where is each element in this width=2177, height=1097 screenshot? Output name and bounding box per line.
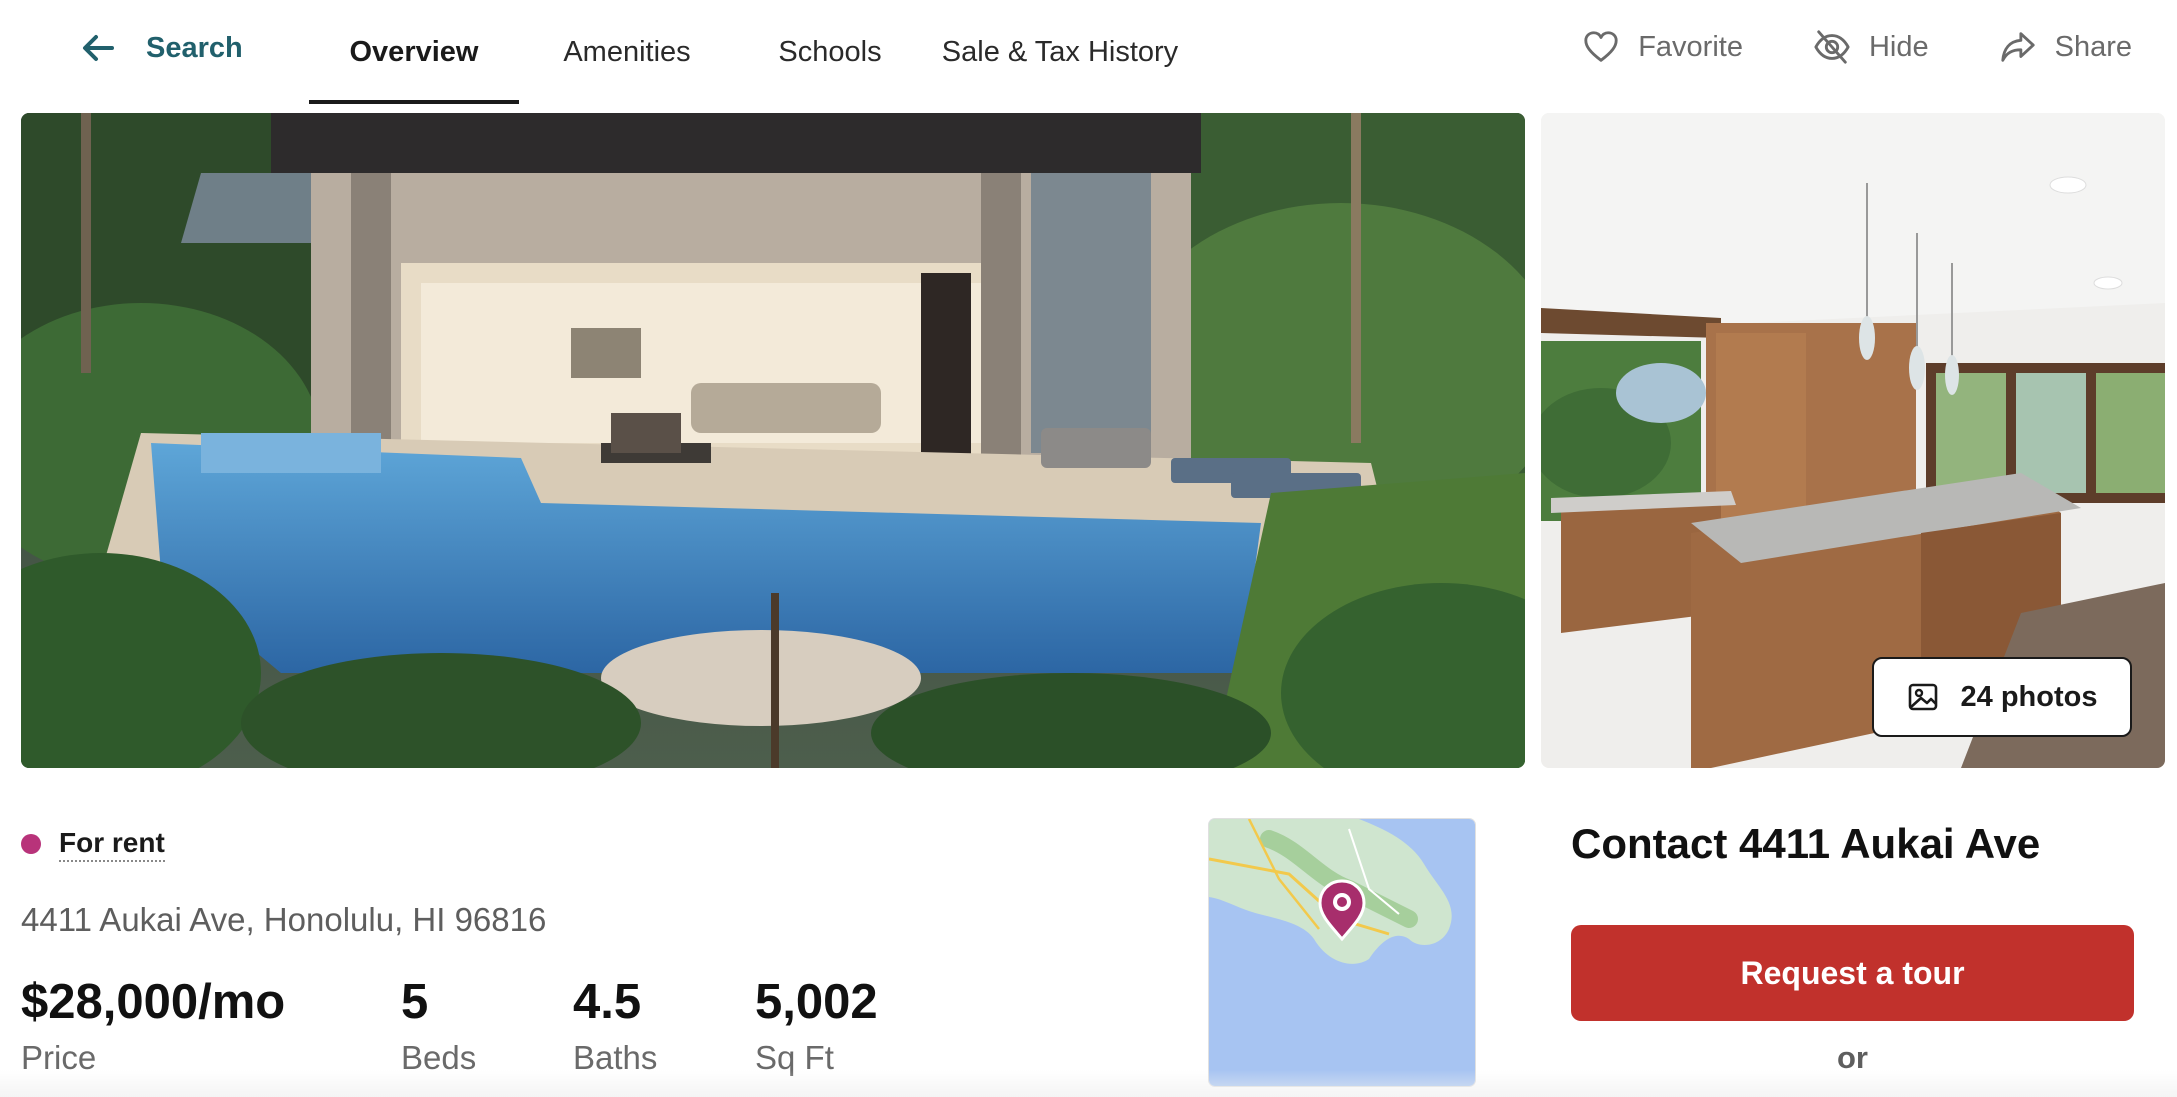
status-dot <box>21 834 41 854</box>
listing-status: For rent <box>21 826 165 862</box>
baths-value: 4.5 <box>573 975 642 1029</box>
top-nav: Search Overview Amenities Schools Sale &… <box>0 0 2177 104</box>
back-to-search-button[interactable]: Search <box>78 24 243 72</box>
stat-price: $28,000/mo Price <box>21 972 401 1080</box>
location-map-thumbnail[interactable] <box>1209 819 1475 1086</box>
stat-beds: 5 Beds <box>401 972 573 1080</box>
beds-label: Beds <box>401 1039 477 1076</box>
tab-overview[interactable]: Overview <box>309 0 519 104</box>
heart-icon <box>1584 31 1618 62</box>
request-tour-button[interactable]: Request a tour <box>1571 925 2134 1021</box>
price-label: Price <box>21 1039 97 1076</box>
map-image <box>1209 819 1475 1086</box>
stat-sqft: 5,002 Sq Ft <box>755 972 955 1080</box>
baths-label: Baths <box>573 1039 658 1076</box>
sqft-value: 5,002 <box>755 975 878 1029</box>
image-icon <box>1908 683 1937 711</box>
tab-bar: Overview Amenities Schools Sale & Tax Hi… <box>309 0 1195 104</box>
status-badge[interactable]: For rent <box>59 826 165 862</box>
tab-schools[interactable]: Schools <box>735 0 925 104</box>
or-divider-text: or <box>1837 1040 1868 1075</box>
exterior-pool-image <box>21 113 1525 768</box>
request-tour-label: Request a tour <box>1740 954 1965 991</box>
hide-label: Hide <box>1868 30 1929 63</box>
share-button[interactable]: Share <box>1999 28 2132 66</box>
price-value: $28,000/mo <box>21 975 286 1029</box>
listing-address: 4411 Aukai Ave, Honolulu, HI 96816 <box>21 901 547 938</box>
share-label: Share <box>2054 30 2132 63</box>
hide-button[interactable]: Hide <box>1813 28 1929 66</box>
listing-stats: $28,000/mo Price 5 Beds 4.5 Baths 5,002 … <box>21 972 955 1080</box>
share-icon <box>2000 32 2035 62</box>
back-label: Search <box>146 31 243 64</box>
eye-off-icon <box>1814 30 1850 64</box>
listing-actions: Favorite Hide Share <box>1582 22 2132 72</box>
favorite-label: Favorite <box>1638 30 1743 63</box>
tab-sale-tax-history[interactable]: Sale & Tax History <box>925 0 1195 104</box>
tab-amenities[interactable]: Amenities <box>519 0 735 104</box>
contact-heading: Contact 4411 Aukai Ave <box>1571 820 2041 867</box>
favorite-button[interactable]: Favorite <box>1582 28 1743 66</box>
arrow-left-icon <box>83 35 114 61</box>
photos-count-label: 24 photos <box>1960 680 2098 713</box>
sqft-label: Sq Ft <box>755 1039 834 1076</box>
main-photo-exterior-pool[interactable] <box>21 113 1525 768</box>
view-all-photos-button[interactable]: 24 photos <box>1872 657 2132 737</box>
stat-baths: 4.5 Baths <box>573 972 755 1080</box>
beds-value: 5 <box>401 975 429 1029</box>
